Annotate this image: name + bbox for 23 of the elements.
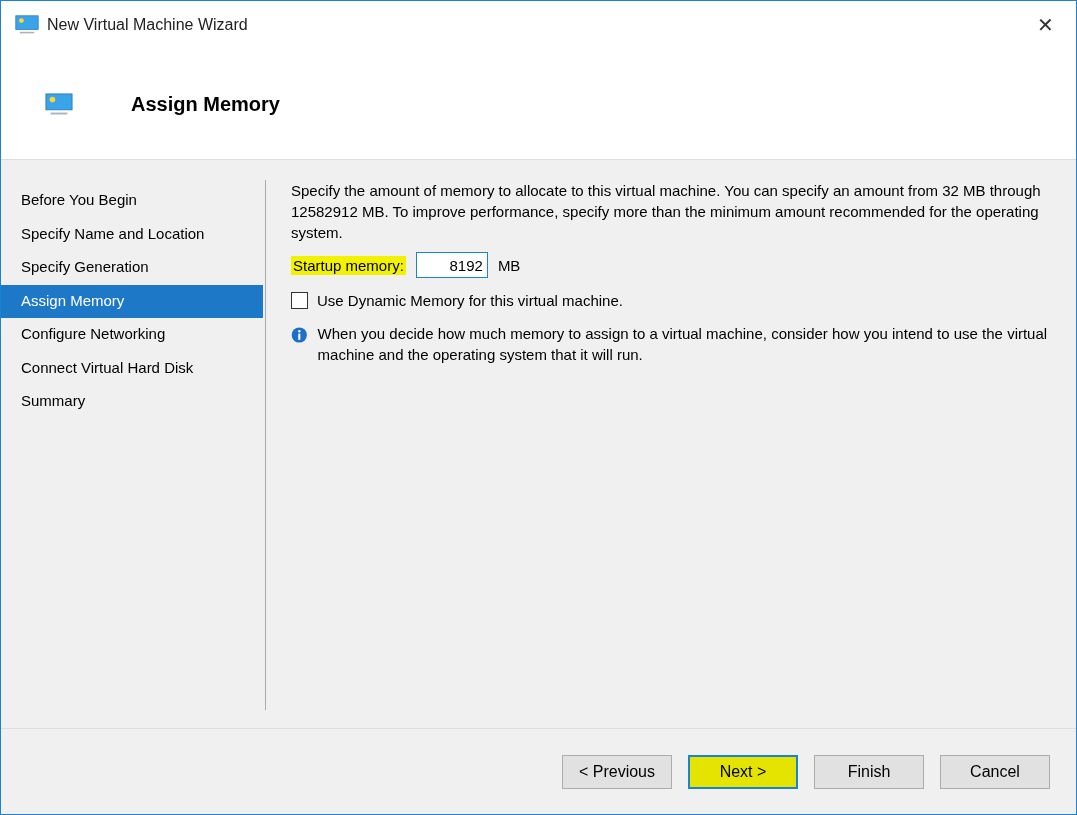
step-item[interactable]: Configure Networking: [1, 318, 263, 352]
wizard-button[interactable]: Next >: [688, 754, 798, 789]
step-item[interactable]: Assign Memory: [1, 284, 263, 319]
dynamic-memory-checkbox[interactable]: [291, 292, 308, 310]
window-title: New Virtual Machine Wizard: [47, 15, 249, 34]
step-item[interactable]: Specify Name and Location: [1, 217, 263, 252]
monitor-icon: [15, 15, 39, 35]
startup-memory-label: Startup memory:: [291, 255, 406, 275]
step-item[interactable]: Summary: [1, 385, 263, 419]
unit-label: MB: [497, 256, 521, 274]
info-text: When you decide how much memory to assign to a virtual machine, consider how you intend to use the virtual machine and the operating system that it will run.: [317, 324, 1049, 366]
step-item[interactable]: Connect Virtual Hard Disk: [1, 351, 263, 386]
wizard-button[interactable]: Cancel: [940, 754, 1050, 789]
wizard-button[interactable]: Finish: [814, 754, 924, 789]
page-title: Assign Memory: [131, 92, 280, 116]
dynamic-memory-label: Use Dynamic Memory for this virtual machine.: [317, 292, 623, 310]
close-button[interactable]: ✕: [1029, 8, 1062, 41]
wizard-button[interactable]: < Previous: [562, 754, 672, 789]
monitor-icon: [45, 92, 73, 116]
step-item[interactable]: Specify Generation: [1, 251, 263, 285]
description-text: Specify the amount of memory to allocate to this virtual machine. You can specify an amount from 32 MB through 12582912 MB. To improve performance, specify more than the minimum amount recommended for the operating system.: [291, 181, 1042, 244]
step-item[interactable]: Before You Begin: [1, 184, 263, 218]
startup-memory-field[interactable]: 8192: [415, 252, 488, 279]
